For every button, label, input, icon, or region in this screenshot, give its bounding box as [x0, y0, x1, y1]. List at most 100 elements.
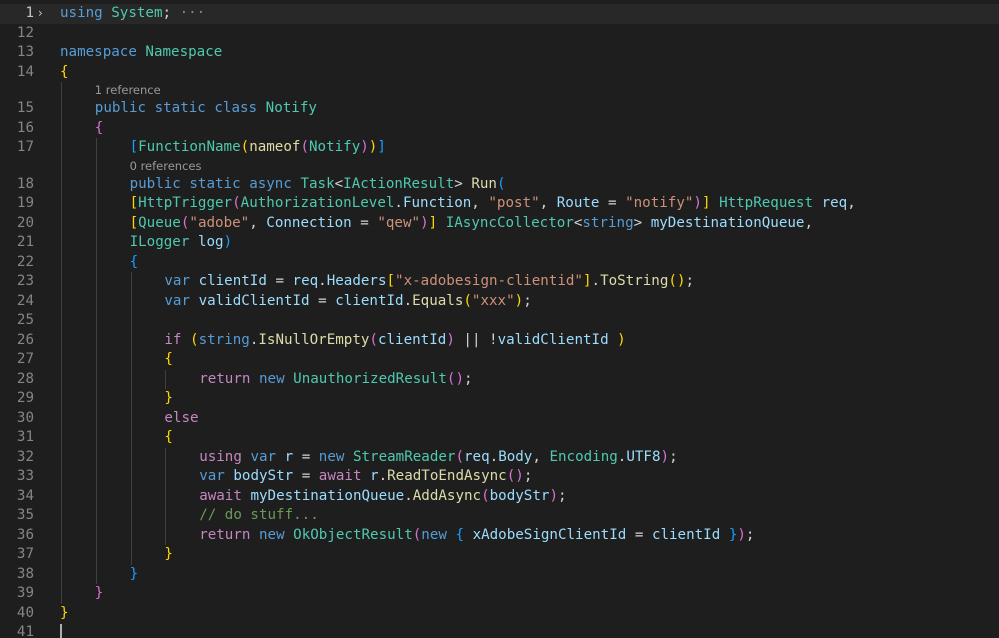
identifier: validClientId	[497, 331, 609, 348]
line-number: 20	[16, 214, 34, 231]
line-number: 37	[16, 546, 34, 562]
code-line[interactable]: 33 var bodyStr = await r.ReadToEndAsync()…	[0, 467, 999, 487]
bracket: )	[693, 195, 702, 211]
code-line[interactable]: 30 else	[0, 409, 999, 429]
type-name: System	[111, 5, 163, 21]
code-line[interactable]: 17 [FunctionName(nameof(Notify))]	[0, 138, 999, 158]
function-name: IsNullOrEmpty	[258, 331, 370, 348]
punctuation	[344, 449, 353, 465]
code-line[interactable]: 16 {	[0, 119, 999, 139]
punctuation	[362, 468, 371, 484]
code-line[interactable]: 34 await myDestinationQueue.AddAsync(body…	[0, 487, 999, 507]
identifier: bodyStr	[489, 487, 550, 504]
line-number: 30	[16, 409, 34, 426]
line-number: 17	[16, 139, 34, 155]
punctuation: .	[591, 273, 601, 289]
keyword: var	[250, 448, 277, 465]
code-line[interactable]: 26 if (string.IsNullOrEmpty(clientId) || …	[0, 331, 999, 351]
code-line[interactable]: 36 return new OkObjectResult(new { xAdobe…	[0, 526, 999, 546]
code-text: }	[60, 604, 69, 624]
type-name: OkObjectResult	[293, 526, 413, 543]
code-text: var validClientId = clientId.Equals("xxx…	[164, 292, 531, 312]
type-name: HttpRequest	[719, 195, 814, 211]
bracket: (	[190, 331, 199, 348]
bracket: {	[164, 429, 173, 445]
code-line[interactable]: 31 {	[0, 428, 999, 448]
punctuation	[190, 273, 199, 289]
code-line[interactable]: 19 [HttpTrigger(AuthorizationLevel.Functi…	[0, 194, 999, 214]
code-text: // do stuff...	[199, 506, 319, 526]
punctuation: >	[633, 214, 651, 231]
identifier: clientId	[377, 331, 447, 348]
code-text: if (string.IsNullOrEmpty(clientId) || !v…	[164, 331, 625, 351]
code-line[interactable]: 23 var clientId = req.Headers["x-adobesig…	[0, 272, 999, 292]
punctuation	[276, 449, 285, 465]
punctuation: >	[454, 175, 472, 192]
bracket: ]	[377, 139, 386, 155]
identifier: Headers	[326, 273, 387, 289]
keyword: var	[164, 273, 191, 289]
code-line[interactable]: 24 var validClientId = clientId.Equals("x…	[0, 292, 999, 312]
code-line[interactable]: 29}	[0, 389, 999, 409]
code-text: return new UnauthorizedResult();	[199, 370, 472, 390]
code-line[interactable]: 28 return new UnauthorizedResult();	[0, 370, 999, 390]
bracket: ()	[668, 273, 686, 289]
line-number: 16	[16, 119, 34, 136]
punctuation	[181, 332, 190, 348]
code-line[interactable]: 20 [Queue("adobe", Connection = "qew")] I…	[0, 214, 999, 234]
punctuation: ;	[162, 5, 172, 21]
keyword: var	[199, 468, 225, 484]
code-line[interactable]: 35 // do stuff...	[0, 506, 999, 526]
code-line[interactable]: 38}	[0, 565, 999, 585]
code-line[interactable]: 32 using var r = new StreamReader(req.Bod…	[0, 448, 999, 468]
code-text: {	[164, 350, 173, 370]
code-text: }	[164, 545, 173, 565]
punctuation	[711, 195, 720, 211]
code-text: using var r = new StreamReader(req.Body,…	[199, 448, 677, 468]
indent-guide	[165, 369, 167, 389]
bracket: }	[129, 565, 139, 582]
code-line[interactable]: 22 {	[0, 253, 999, 273]
code-line[interactable]: 14 {	[0, 63, 999, 83]
code-line[interactable]: 1 › using System; ···	[0, 4, 999, 24]
comment: // do stuff...	[199, 507, 319, 523]
code-line[interactable]: 27 {	[0, 350, 999, 370]
code-editor[interactable]: 1 › using System; ··· 12 13 namespace Namespa…	[0, 0, 999, 638]
line-number: 38	[16, 565, 34, 582]
keyword: static	[189, 175, 241, 192]
control-keyword: else	[164, 409, 199, 426]
type-name: Queue	[138, 214, 181, 231]
fold-chevron-icon[interactable]: ›	[38, 4, 54, 24]
code-line[interactable]: 21 ILogger log)	[0, 233, 999, 253]
punctuation	[464, 527, 473, 543]
bracket: ()	[506, 468, 524, 484]
code-line[interactable]: 39}	[0, 584, 999, 604]
line-number: 33	[16, 468, 34, 484]
code-line[interactable]: 12	[0, 24, 999, 44]
bracket: (	[455, 448, 465, 465]
bracket: (	[240, 139, 250, 155]
bracket: )	[223, 234, 233, 250]
function-name: AddAsync	[412, 487, 482, 504]
code-line[interactable]: 13 namespace Namespace	[0, 43, 999, 63]
codelens-references[interactable]: 1 reference	[95, 82, 161, 99]
code-line[interactable]: 15 public static class Notify	[0, 99, 999, 119]
bracket: )	[514, 292, 524, 309]
punctuation	[190, 293, 199, 309]
punctuation: ;	[685, 273, 695, 289]
code-text: namespace Namespace	[60, 43, 222, 63]
code-line[interactable]: 37}	[0, 545, 999, 565]
code-line[interactable]: 41	[0, 623, 999, 638]
string-literal: "x-adobesign-clientid"	[395, 273, 583, 289]
codelens-references[interactable]: 0 references	[130, 158, 202, 175]
code-line[interactable]: 18 public static async Task<IActionResult…	[0, 175, 999, 195]
bracket: {	[164, 351, 173, 367]
punctuation: <	[334, 175, 344, 192]
identifier: Body	[498, 448, 533, 465]
bracket: ]	[428, 214, 438, 231]
bracket: }	[94, 585, 104, 601]
punctuation	[250, 371, 259, 387]
code-line[interactable]: 25	[0, 311, 999, 331]
code-line[interactable]: 40}	[0, 604, 999, 624]
punctuation: || !	[454, 331, 498, 348]
